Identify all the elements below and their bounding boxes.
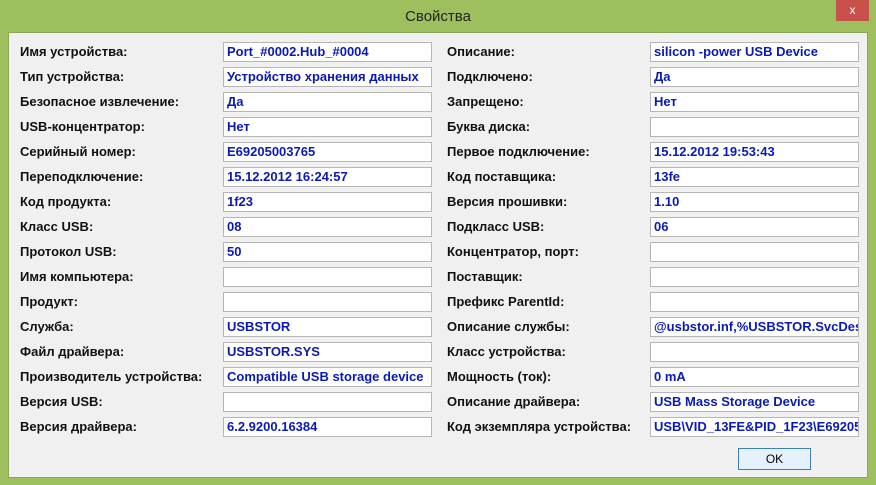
left-field-label: USB-концентратор: — [20, 119, 145, 134]
left-field-label: Версия USB: — [20, 394, 103, 409]
left-field-label: Служба: — [20, 319, 74, 334]
right-field-label: Код экземпляра устройства: — [447, 419, 632, 434]
left-field-value[interactable]: 08 — [223, 217, 432, 237]
left-field-label: Безопасное извлечение: — [20, 94, 180, 109]
left-field-label: Имя устройства: — [20, 44, 128, 59]
left-field-label: Серийный номер: — [20, 144, 136, 159]
window-title: Свойства — [405, 8, 471, 25]
right-field-label: Описание: — [447, 44, 515, 59]
right-field-value[interactable]: 1.10 — [650, 192, 859, 212]
right-field-label: Поставщик: — [447, 269, 523, 284]
ok-button[interactable]: OK — [738, 448, 811, 470]
left-field-label: Производитель устройства: — [20, 369, 203, 384]
right-field-label: Буква диска: — [447, 119, 531, 134]
right-field-label: Описание службы: — [447, 319, 570, 334]
right-field-label: Код поставщика: — [447, 169, 557, 184]
right-field-value[interactable]: @usbstor.inf,%USBSTOR.SvcDesc% — [650, 317, 859, 337]
left-field-label: Класс USB: — [20, 219, 94, 234]
left-field-value[interactable]: 50 — [223, 242, 432, 262]
left-field-value[interactable] — [223, 392, 432, 412]
left-field-value[interactable]: Устройство хранения данных — [223, 67, 432, 87]
left-field-label: Файл драйвера: — [20, 344, 125, 359]
left-field-value[interactable]: 15.12.2012 16:24:57 — [223, 167, 432, 187]
left-field-value[interactable]: Compatible USB storage device — [223, 367, 432, 387]
left-field-value[interactable]: 1f23 — [223, 192, 432, 212]
right-field-label: Описание драйвера: — [447, 394, 581, 409]
right-field-value[interactable]: Нет — [650, 92, 859, 112]
right-field-value[interactable]: 15.12.2012 19:53:43 — [650, 142, 859, 162]
right-field-value[interactable] — [650, 117, 859, 137]
right-field-value[interactable] — [650, 242, 859, 262]
right-field-label: Подключено: — [447, 69, 533, 84]
left-field-value[interactable]: 6.2.9200.16384 — [223, 417, 432, 437]
right-field-label: Первое подключение: — [447, 144, 590, 159]
left-field-label: Протокол USB: — [20, 244, 117, 259]
right-field-value[interactable]: USB Mass Storage Device — [650, 392, 859, 412]
right-field-label: Префикс ParentId: — [447, 294, 565, 309]
right-field-value[interactable] — [650, 267, 859, 287]
close-button[interactable]: x — [836, 0, 869, 21]
right-field-label: Запрещено: — [447, 94, 524, 109]
left-field-value[interactable]: Нет — [223, 117, 432, 137]
left-field-value[interactable]: Port_#0002.Hub_#0004 — [223, 42, 432, 62]
properties-panel: OK Имя устройства: Port_#0002.Hub_#0004 Ти… — [8, 32, 868, 478]
right-field-label: Класс устройства: — [447, 344, 566, 359]
right-field-label: Концентратор, порт: — [447, 244, 579, 259]
left-field-value[interactable]: USBSTOR.SYS — [223, 342, 432, 362]
right-field-value[interactable] — [650, 342, 859, 362]
right-field-value[interactable]: Да — [650, 67, 859, 87]
right-field-label: Версия прошивки: — [447, 194, 568, 209]
right-field-value[interactable]: 13fe — [650, 167, 859, 187]
right-field-value[interactable]: 06 — [650, 217, 859, 237]
right-field-value[interactable]: silicon -power USB Device — [650, 42, 859, 62]
left-field-value[interactable] — [223, 292, 432, 312]
left-field-label: Имя компьютера: — [20, 269, 134, 284]
right-field-label: Мощность (ток): — [447, 369, 552, 384]
left-field-label: Тип устройства: — [20, 69, 125, 84]
left-field-label: Код продукта: — [20, 194, 112, 209]
left-field-value[interactable]: E69205003765 — [223, 142, 432, 162]
right-field-value[interactable] — [650, 292, 859, 312]
left-field-label: Версия драйвера: — [20, 419, 137, 434]
left-field-value[interactable]: Да — [223, 92, 432, 112]
right-field-label: Подкласс USB: — [447, 219, 545, 234]
right-field-value[interactable]: USB\VID_13FE&PID_1F23\E69205003765 — [650, 417, 859, 437]
left-field-value[interactable]: USBSTOR — [223, 317, 432, 337]
left-field-value[interactable] — [223, 267, 432, 287]
left-field-label: Переподключение: — [20, 169, 144, 184]
right-field-value[interactable]: 0 mA — [650, 367, 859, 387]
left-field-label: Продукт: — [20, 294, 78, 309]
